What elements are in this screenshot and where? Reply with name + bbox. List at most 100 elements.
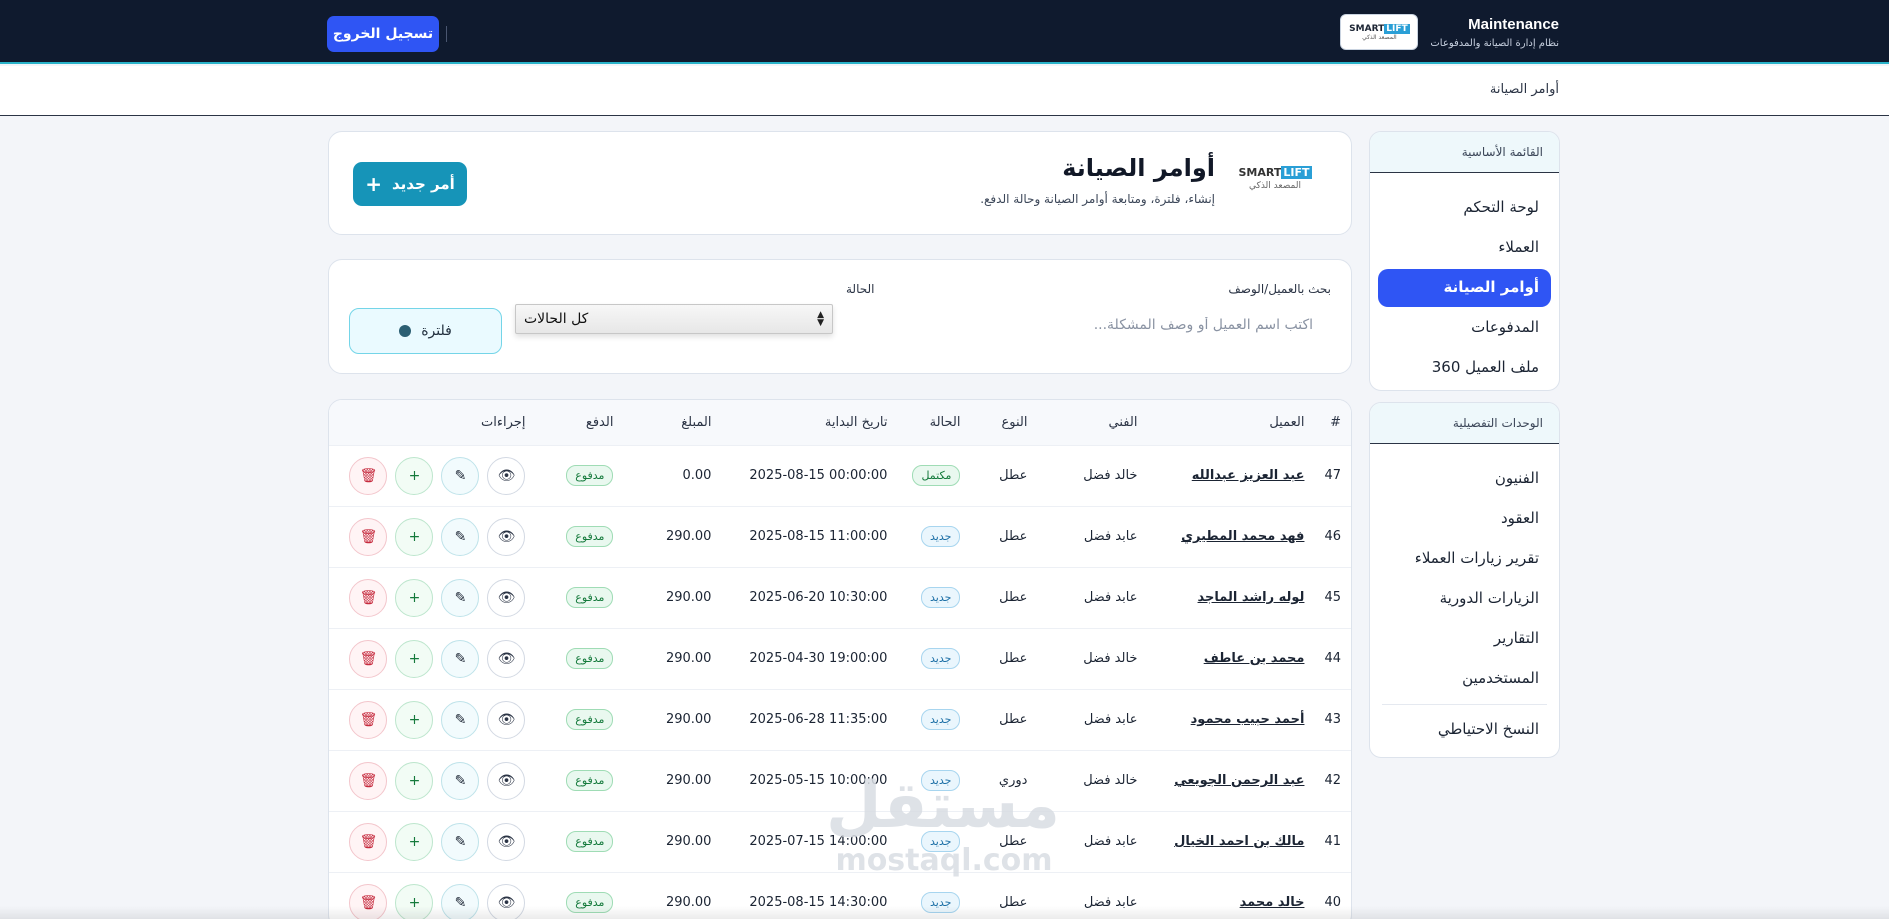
brand-text: Maintenance نظام إدارة الصيانة والمدفوعا… <box>1430 16 1559 49</box>
cell-client[interactable]: لوله راشد الماجد <box>1147 567 1314 628</box>
col-header-status: الحالة <box>929 414 961 430</box>
search-input[interactable] <box>999 308 1329 342</box>
view-button[interactable]: 👁 <box>487 822 526 861</box>
add-button[interactable]: + <box>395 456 434 495</box>
cell-id: 45 <box>1324 590 1341 605</box>
table-body: 47 عبد العزيز عبدالله خالد فضل عطل مكتمل 2025… <box>329 445 1351 919</box>
payment-badge: مدفوع <box>566 770 614 791</box>
filter-button[interactable]: فلترة <box>349 308 502 354</box>
orders-table: # العميل الفني النوع الحالة تاريخ البداي… <box>329 400 1351 919</box>
new-order-label: أمر جديد <box>392 175 455 193</box>
delete-button[interactable]: 🗑 <box>349 456 388 495</box>
table-row: 46 فهد محمد المطيري عابد فضل عطل جديد 2025-08… <box>329 506 1351 567</box>
trash-icon: 🗑 <box>359 711 378 728</box>
view-button[interactable]: 👁 <box>487 456 526 495</box>
sidebar-item-payments[interactable]: المدفوعات <box>1378 309 1551 347</box>
sidebar-item-client-360[interactable]: ملف العميل 360 <box>1378 349 1551 387</box>
sidebar-item-contracts[interactable]: العقود <box>1378 500 1551 538</box>
cell-status: مكتمل <box>897 445 970 506</box>
trash-icon: 🗑 <box>359 589 378 606</box>
sidebar-item-clients[interactable]: العملاء <box>1378 229 1551 267</box>
cell-technician: عابد فضل <box>1083 529 1138 544</box>
cell-start-date: 2025-08-15 11:00:00 <box>749 529 888 544</box>
eye-icon: 👁 <box>497 467 516 484</box>
add-button[interactable]: + <box>395 578 434 617</box>
col-header-technician: الفني <box>1108 414 1138 430</box>
add-button[interactable]: + <box>395 517 434 556</box>
add-button[interactable]: + <box>395 639 434 678</box>
sidebar-item-technicians[interactable]: الفنيون <box>1378 460 1551 498</box>
cell-client[interactable]: عبد الرحمن الجويعي <box>1147 750 1314 811</box>
edit-button[interactable]: ✎ <box>441 639 480 678</box>
page-header-card: SMART LIFT المصعد الذكي أوامر الصيانة إنش… <box>328 131 1352 235</box>
add-button[interactable]: + <box>395 700 434 739</box>
sidebar-item-users[interactable]: المستخدمين <box>1378 660 1551 698</box>
cell-client[interactable]: فهد محمد المطيري <box>1147 506 1314 567</box>
plus-icon: + <box>408 528 421 545</box>
cell-actions: 👁 ✎ + 🗑 <box>329 567 535 628</box>
add-button[interactable]: + <box>395 822 434 861</box>
cell-client[interactable]: محمد بن عاطف <box>1147 628 1314 689</box>
sidebar-item-reports[interactable]: التقارير <box>1378 620 1551 658</box>
eye-icon: 👁 <box>497 772 516 789</box>
cell-client[interactable]: مالك بن احمد الخيال <box>1147 811 1314 872</box>
eye-icon: 👁 <box>497 711 516 728</box>
sidebar-item-maintenance-orders[interactable]: أوامر الصيانة <box>1378 269 1551 307</box>
cell-payment: مدفوع <box>535 567 623 628</box>
delete-button[interactable]: 🗑 <box>349 761 388 800</box>
sidebar-main-menu: القائمة الأساسية لوحة التحكم العملاء أوا… <box>1369 131 1560 391</box>
view-button[interactable]: 👁 <box>487 700 526 739</box>
delete-button[interactable]: 🗑 <box>349 822 388 861</box>
sidebar-divider <box>1382 704 1547 705</box>
cell-amount: 290.00 <box>665 834 712 849</box>
edit-button[interactable]: ✎ <box>441 761 480 800</box>
edit-button[interactable]: ✎ <box>441 456 480 495</box>
plus-icon: + <box>408 833 421 850</box>
cell-actions: 👁 ✎ + 🗑 <box>329 445 535 506</box>
cell-payment: مدفوع <box>535 628 623 689</box>
edit-button[interactable]: ✎ <box>441 578 480 617</box>
add-button[interactable]: + <box>395 761 434 800</box>
delete-button[interactable]: 🗑 <box>349 639 388 678</box>
view-button[interactable]: 👁 <box>487 578 526 617</box>
view-button[interactable]: 👁 <box>487 517 526 556</box>
new-order-button[interactable]: أمر جديد + <box>353 162 467 206</box>
eye-icon: 👁 <box>497 589 516 606</box>
sidebar-item-periodic-visits[interactable]: الزيارات الدورية <box>1378 580 1551 618</box>
delete-button[interactable]: 🗑 <box>349 517 388 556</box>
eye-icon: 👁 <box>497 528 516 545</box>
header-logo: SMART LIFT المصعد الذكي <box>1227 166 1323 200</box>
col-header-amount: المبلغ <box>681 414 712 430</box>
cell-actions: 👁 ✎ + 🗑 <box>329 750 535 811</box>
cell-start-date: 2025-06-28 11:35:00 <box>749 712 888 727</box>
cell-type: عطل <box>999 529 1028 544</box>
cell-client[interactable]: عبد العزيز عبدالله <box>1147 445 1314 506</box>
breadcrumb: أوامر الصيانة <box>1489 82 1559 97</box>
view-button[interactable]: 👁 <box>487 639 526 678</box>
payment-badge: مدفوع <box>566 587 614 608</box>
plus-icon: + <box>408 772 421 789</box>
cell-amount: 290.00 <box>665 712 712 727</box>
cell-technician: خالد فضل <box>1083 468 1138 483</box>
brand[interactable]: Maintenance نظام إدارة الصيانة والمدفوعا… <box>1340 14 1559 50</box>
delete-button[interactable]: 🗑 <box>349 700 388 739</box>
sidebar-item-backup[interactable]: النسخ الاحتياطي <box>1378 711 1551 749</box>
cell-start-date: 2025-08-15 00:00:00 <box>749 468 888 483</box>
cell-amount: 290.00 <box>665 529 712 544</box>
delete-button[interactable]: 🗑 <box>349 578 388 617</box>
edit-button[interactable]: ✎ <box>441 822 480 861</box>
pencil-icon: ✎ <box>454 711 467 728</box>
brand-logo: SMART LIFT المصعد الذكي <box>1340 14 1419 50</box>
edit-button[interactable]: ✎ <box>441 700 480 739</box>
table-row: 42 عبد الرحمن الجويعي خالد فضل دوري جديد 2025… <box>329 750 1351 811</box>
sidebar-item-dashboard[interactable]: لوحة التحكم <box>1378 189 1551 227</box>
status-badge: جديد <box>921 831 961 852</box>
cell-actions: 👁 ✎ + 🗑 <box>329 506 535 567</box>
cell-client[interactable]: أحمد حبيب محمود <box>1147 689 1314 750</box>
view-button[interactable]: 👁 <box>487 761 526 800</box>
logout-button[interactable]: تسجيل الخروج <box>327 16 439 52</box>
edit-button[interactable]: ✎ <box>441 517 480 556</box>
trash-icon: 🗑 <box>359 467 378 484</box>
sidebar-item-client-visits-report[interactable]: تقرير زيارات العملاء <box>1378 540 1551 578</box>
status-select[interactable]: ▲ ▼ كل الحالات <box>515 304 833 334</box>
